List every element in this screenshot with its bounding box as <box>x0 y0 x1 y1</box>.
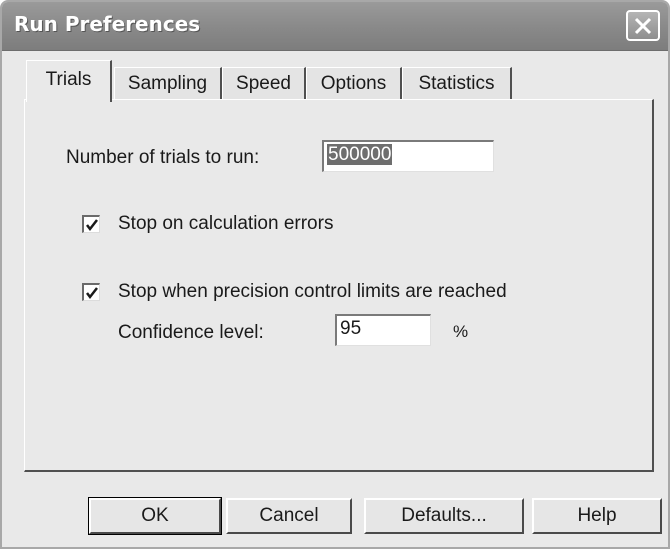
tab-speed-label: Speed <box>236 73 291 94</box>
close-button[interactable] <box>626 10 660 41</box>
tab-options-label: Options <box>320 73 387 94</box>
confidence-level-input[interactable]: 95 <box>335 314 431 346</box>
dialog-title: Run Preferences <box>14 12 201 36</box>
checkmark-icon <box>86 287 98 300</box>
help-button-label: Help <box>577 505 617 526</box>
checkmark-icon <box>86 219 98 232</box>
defaults-button-label: Defaults... <box>401 505 487 526</box>
title-bar[interactable]: Run Preferences <box>2 2 668 51</box>
tab-sampling-label: Sampling <box>127 73 208 94</box>
tab-sampling[interactable]: Sampling <box>114 67 222 99</box>
stop-precision-checkbox[interactable] <box>82 283 100 301</box>
ok-button-label: OK <box>141 505 169 526</box>
confidence-level-label: Confidence level: <box>118 322 264 343</box>
stop-calc-errors-label[interactable]: Stop on calculation errors <box>118 213 333 235</box>
cancel-button-label: Cancel <box>259 505 319 526</box>
stop-precision-label[interactable]: Stop when precision control limits are r… <box>118 281 507 303</box>
stop-calc-errors-checkbox[interactable] <box>82 215 100 233</box>
confidence-unit: % <box>453 322 469 341</box>
num-trials-label: Number of trials to run: <box>66 147 260 168</box>
ok-button[interactable]: OK <box>88 497 222 535</box>
tab-speed[interactable]: Speed <box>222 67 306 99</box>
help-button[interactable]: Help <box>532 498 662 534</box>
cancel-button[interactable]: Cancel <box>226 498 352 534</box>
run-preferences-dialog: Run Preferences Trials Sampling Speed Op… <box>0 0 670 549</box>
tab-trials[interactable]: Trials <box>26 60 112 102</box>
tab-trials-label: Trials <box>45 69 92 90</box>
tab-options[interactable]: Options <box>306 67 402 99</box>
num-trials-value: 500000 <box>327 144 393 165</box>
tab-statistics-label: Statistics <box>418 73 495 94</box>
close-x-icon <box>634 17 652 35</box>
defaults-button[interactable]: Defaults... <box>364 498 524 534</box>
confidence-level-value: 95 <box>340 318 362 339</box>
tab-statistics[interactable]: Statistics <box>402 67 512 99</box>
num-trials-input[interactable]: 500000 <box>322 140 494 172</box>
